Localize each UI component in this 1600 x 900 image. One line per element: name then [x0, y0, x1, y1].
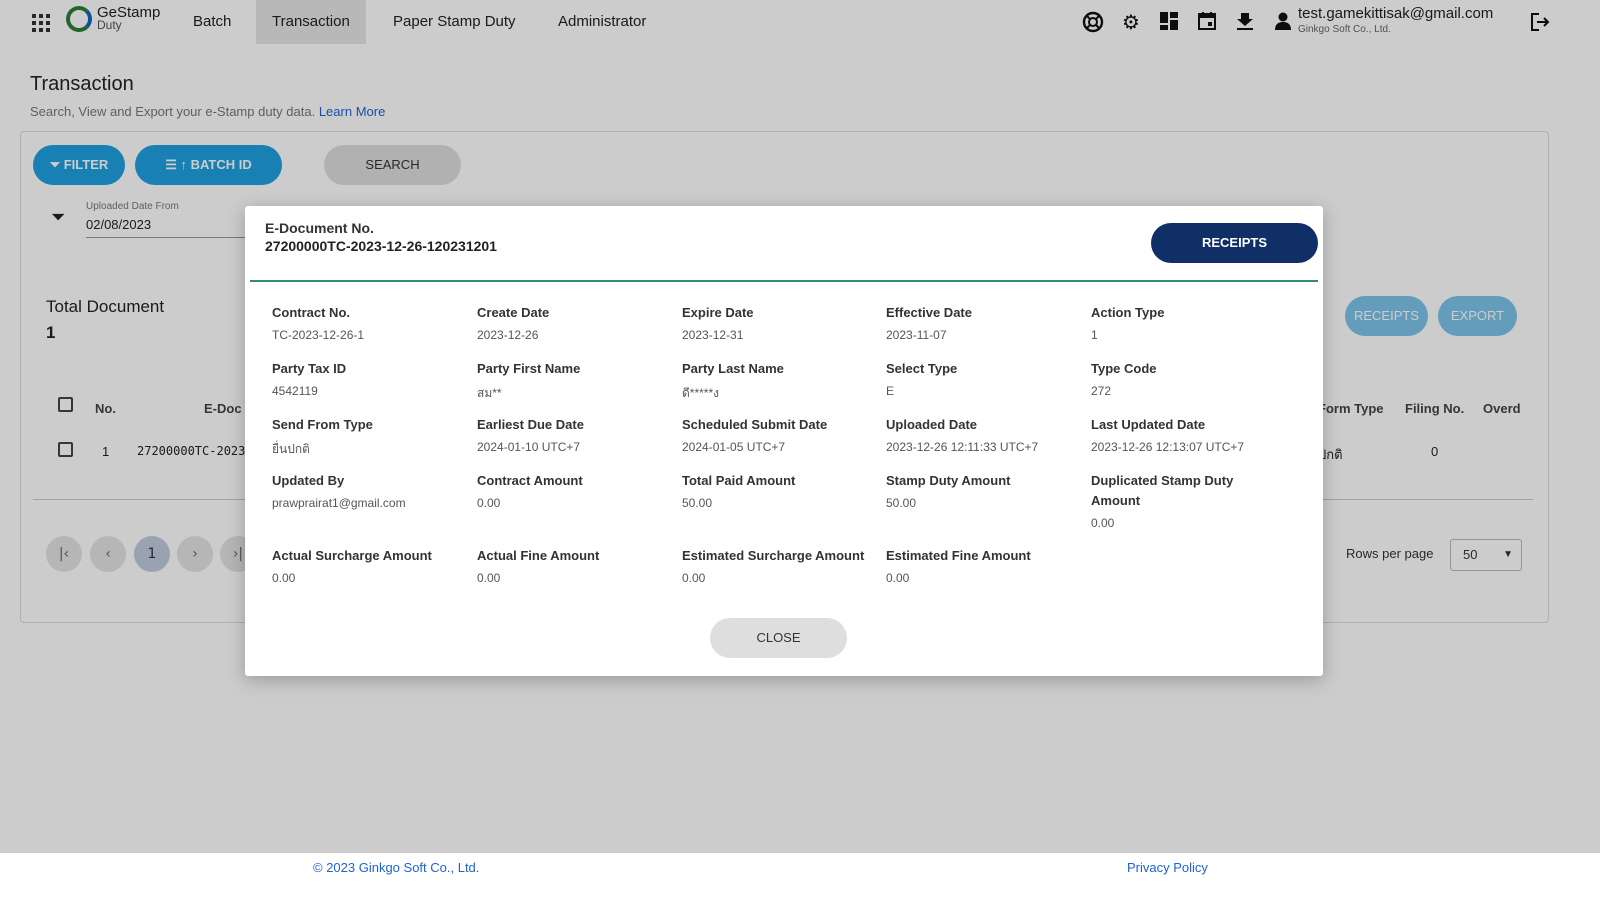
edoc-number-label: E-Document No. — [265, 220, 374, 236]
detail-party-first-name: Party First Name สม** — [477, 361, 581, 400]
close-button[interactable]: CLOSE — [710, 618, 847, 658]
detail-expire-date: Expire Date 2023-12-31 — [682, 305, 754, 342]
detail-create-date: Create Date 2023-12-26 — [477, 305, 550, 342]
detail-contract-no: Contract No. TC-2023-12-26-1 — [272, 305, 365, 342]
detail-estimated-surcharge-amount: Estimated Surcharge Amount 0.00 — [682, 548, 865, 585]
detail-earliest-due-date: Earliest Due Date 2024-01-10 UTC+7 — [477, 417, 584, 454]
privacy-policy-link[interactable]: Privacy Policy — [1127, 860, 1208, 875]
footer-copyright: © 2023 Ginkgo Soft Co., Ltd. — [313, 860, 480, 875]
detail-party-last-name: Party Last Name ดี*****ง — [682, 361, 784, 400]
detail-scheduled-submit-date: Scheduled Submit Date 2024-01-05 UTC+7 — [682, 417, 828, 454]
modal-receipts-button[interactable]: RECEIPTS — [1151, 223, 1318, 263]
detail-actual-fine-amount: Actual Fine Amount 0.00 — [477, 548, 600, 585]
detail-updated-by: Updated By prawprairat1@gmail.com — [272, 473, 406, 510]
detail-effective-date: Effective Date 2023-11-07 — [886, 305, 972, 342]
detail-estimated-fine-amount: Estimated Fine Amount 0.00 — [886, 548, 1031, 585]
modal-header-divider — [250, 280, 1318, 282]
detail-duplicated-stamp-duty-amount: Duplicated Stamp Duty Amount 0.00 — [1091, 473, 1234, 530]
detail-action-type: Action Type 1 — [1091, 305, 1165, 342]
detail-stamp-duty-amount: Stamp Duty Amount 50.00 — [886, 473, 1011, 510]
detail-total-paid-amount: Total Paid Amount 50.00 — [682, 473, 796, 510]
detail-send-from-type: Send From Type ยื่นปกติ — [272, 417, 373, 456]
footer — [0, 853, 1600, 900]
detail-type-code: Type Code 272 — [1091, 361, 1157, 398]
document-detail-modal: E-Document No. 27200000TC-2023-12-26-120… — [245, 206, 1323, 676]
detail-last-updated-date: Last Updated Date 2023-12-26 12:13:07 UT… — [1091, 417, 1245, 454]
detail-party-tax-id: Party Tax ID 4542119 — [272, 361, 347, 398]
detail-actual-surcharge-amount: Actual Surcharge Amount 0.00 — [272, 548, 432, 585]
edoc-number-value: 27200000TC-2023-12-26-120231201 — [265, 238, 497, 254]
detail-select-type: Select Type E — [886, 361, 958, 398]
detail-contract-amount: Contract Amount 0.00 — [477, 473, 583, 510]
detail-uploaded-date: Uploaded Date 2023-12-26 12:11:33 UTC+7 — [886, 417, 1039, 454]
